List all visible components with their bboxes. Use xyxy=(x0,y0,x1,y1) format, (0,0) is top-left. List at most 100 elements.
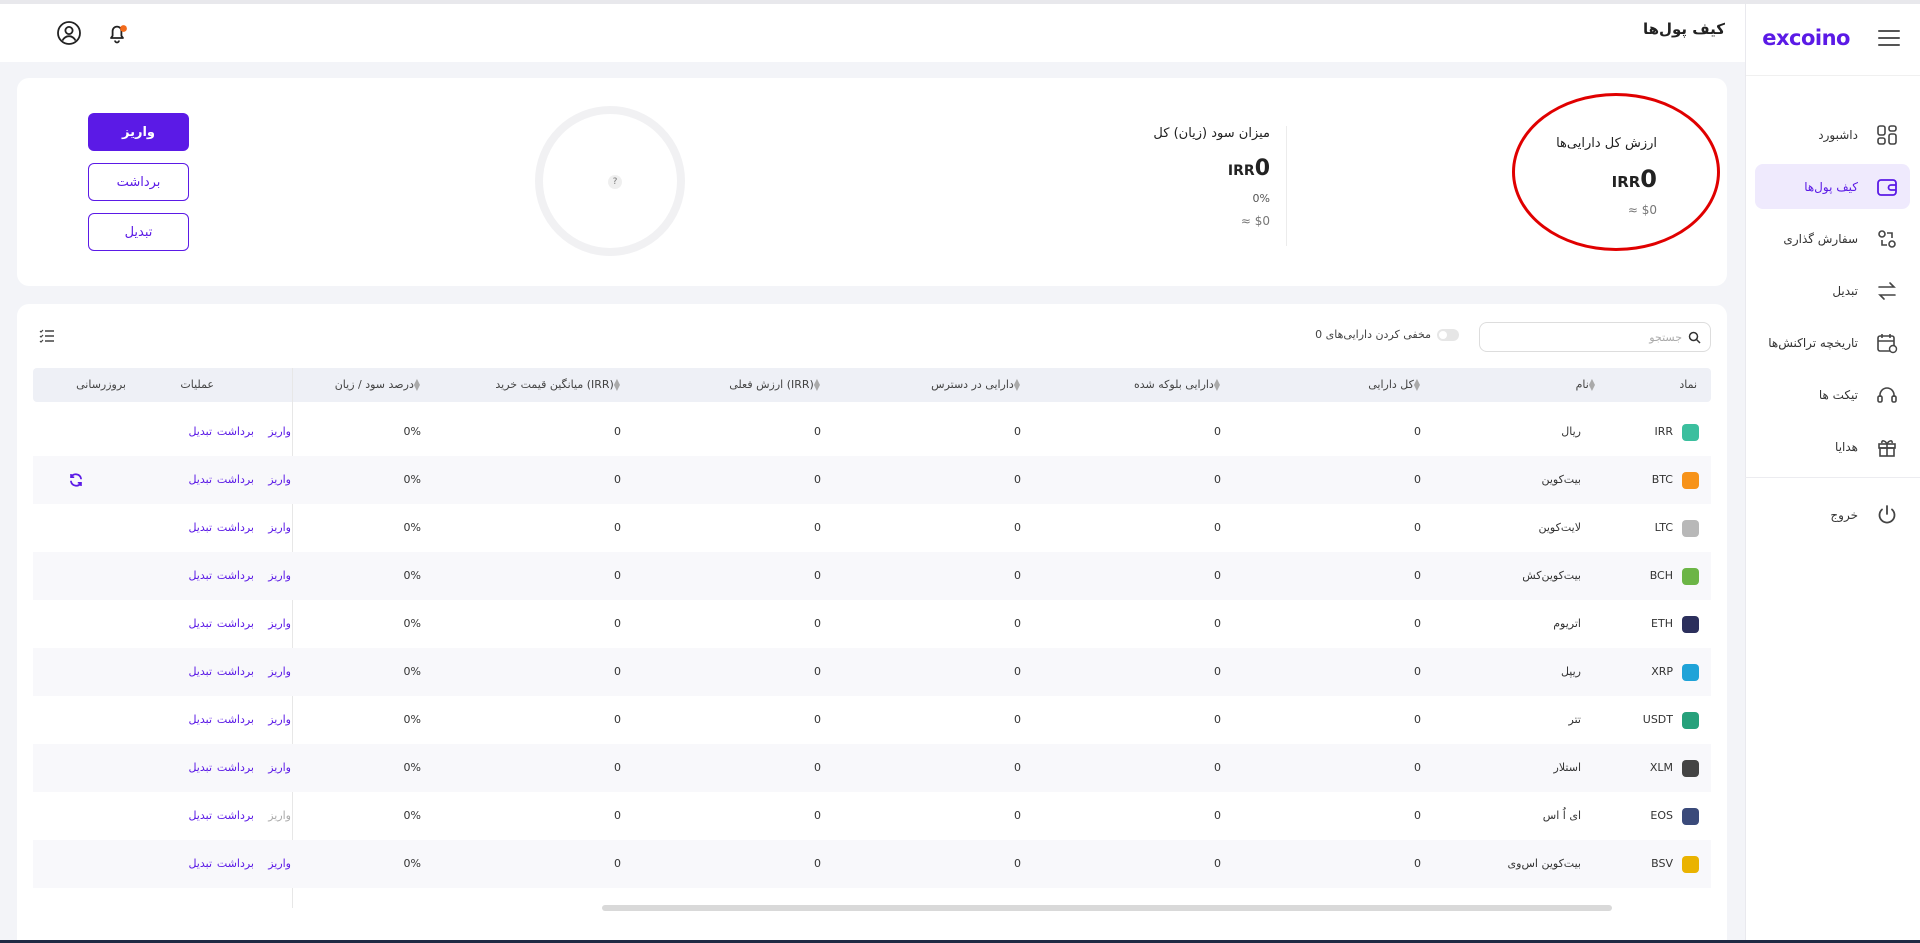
row-convert-link[interactable]: تبدیل xyxy=(188,600,212,648)
chart-help-icon[interactable]: ? xyxy=(608,175,622,189)
horizontal-scrollbar[interactable] xyxy=(602,905,1612,911)
row-deposit-link[interactable]: واریز xyxy=(268,408,291,456)
cell-name: بیت‌کوین‌کش xyxy=(1522,569,1581,582)
table-row: IRR ریال 0 0 0 0 0 0% واریز برداشت تبدیل xyxy=(33,408,1711,456)
convert-button[interactable]: تبدیل xyxy=(88,213,189,251)
row-withdraw-link[interactable]: برداشت xyxy=(217,744,254,792)
cell-avg-price: 0 xyxy=(614,569,621,582)
sidebar-item-swap[interactable]: تبدیل xyxy=(1755,268,1910,313)
cell-blocked: 0 xyxy=(1214,713,1221,726)
hide-zero-toggle[interactable] xyxy=(1437,328,1459,341)
row-convert-link[interactable]: تبدیل xyxy=(188,552,212,600)
row-withdraw-link[interactable]: برداشت xyxy=(217,792,254,840)
col-name[interactable]: نام▲ ▼ xyxy=(1576,368,1601,402)
cell-avg-price: 0 xyxy=(614,761,621,774)
refresh-icon[interactable] xyxy=(68,472,84,488)
hide-zero-assets[interactable]: مخفی کردن دارایی‌های 0 xyxy=(1315,328,1459,341)
sidebar-item-history[interactable]: تاریخچه تراکنش‌ها xyxy=(1755,320,1910,365)
row-convert-link[interactable]: تبدیل xyxy=(188,504,212,552)
col-available[interactable]: دارایی در دسترس▲ ▼ xyxy=(931,368,1026,402)
cell-name: ریال xyxy=(1561,425,1581,438)
sidebar-item-headset[interactable]: تیکت ها xyxy=(1755,372,1910,417)
row-convert-link[interactable]: تبدیل xyxy=(188,696,212,744)
sidebar-item-gift[interactable]: هدایا xyxy=(1755,424,1910,469)
sidebar: excoino داشبورد کیف پول‌ها سفارش گذاری تبدی… xyxy=(1745,4,1920,943)
row-deposit-link[interactable]: واریز xyxy=(268,792,291,840)
logout-button[interactable]: خروج xyxy=(1755,492,1910,537)
bell-icon[interactable] xyxy=(104,20,130,46)
col-total[interactable]: کل دارایی▲ ▼ xyxy=(1368,368,1426,402)
sidebar-nav: داشبورد کیف پول‌ها سفارش گذاری تبدیل تاریخچه… xyxy=(1745,112,1920,544)
cell-available: 0 xyxy=(1014,665,1021,678)
row-deposit-link[interactable]: واریز xyxy=(268,504,291,552)
sidebar-item-label: داشبورد xyxy=(1818,127,1858,142)
cell-name: تتر xyxy=(1568,713,1581,726)
sidebar-item-label: کیف پول‌ها xyxy=(1804,179,1858,194)
cell-name: بیت‌کوین اس‌وی xyxy=(1507,857,1581,870)
row-deposit-link[interactable]: واریز xyxy=(268,696,291,744)
column-settings-icon[interactable] xyxy=(39,328,55,344)
cell-blocked: 0 xyxy=(1214,473,1221,486)
coin-xrp-icon xyxy=(1682,664,1699,681)
logo[interactable]: excoino xyxy=(1762,26,1850,50)
sidebar-item-order[interactable]: سفارش گذاری xyxy=(1755,216,1910,261)
row-deposit-link[interactable]: واریز xyxy=(268,456,291,504)
row-deposit-link[interactable]: واریز xyxy=(268,840,291,888)
cell-available: 0 xyxy=(1014,617,1021,630)
sidebar-item-dashboard[interactable]: داشبورد xyxy=(1755,112,1910,157)
total-assets-block: ارزش کل دارایی‌ها IRR0 ≈ $0 xyxy=(1556,136,1657,217)
sort-icon: ▲ ▼ xyxy=(413,377,420,392)
row-withdraw-link[interactable]: برداشت xyxy=(217,696,254,744)
table-header: نماد نام▲ ▼ کل دارایی▲ ▼ دارایی بلوکه شده▲… xyxy=(33,368,1711,402)
col-total-label: کل دارایی xyxy=(1368,378,1414,391)
cell-name: اتریوم xyxy=(1553,617,1581,630)
history-icon xyxy=(1877,334,1898,354)
cell-total: 0 xyxy=(1414,617,1421,630)
row-deposit-link[interactable]: واریز xyxy=(268,744,291,792)
cell-total: 0 xyxy=(1414,425,1421,438)
total-assets-amount: IRR0 xyxy=(1556,165,1657,193)
row-convert-link[interactable]: تبدیل xyxy=(188,648,212,696)
row-withdraw-link[interactable]: برداشت xyxy=(217,456,254,504)
cell-total: 0 xyxy=(1414,809,1421,822)
profit-loss-label: میزان سود (زیان) کل xyxy=(1153,126,1270,141)
row-deposit-link[interactable]: واریز xyxy=(268,648,291,696)
sidebar-item-label: تیکت ها xyxy=(1818,387,1858,402)
row-convert-link[interactable]: تبدیل xyxy=(188,792,212,840)
row-withdraw-link[interactable]: برداشت xyxy=(217,552,254,600)
col-available-label: دارایی در دسترس xyxy=(931,378,1014,391)
hamburger-menu-icon[interactable] xyxy=(1878,30,1900,48)
cell-pnl: 0% xyxy=(403,425,421,438)
cell-blocked: 0 xyxy=(1214,521,1221,534)
row-withdraw-link[interactable]: برداشت xyxy=(217,600,254,648)
cell-name: استلار xyxy=(1553,761,1581,774)
dashboard-icon xyxy=(1877,125,1897,145)
col-avg-price[interactable]: میانگین قیمت خرید (IRR)▲ ▼ xyxy=(495,368,626,402)
cell-pnl: 0% xyxy=(403,521,421,534)
search-input[interactable]: جستجو xyxy=(1479,322,1711,352)
row-convert-link[interactable]: تبدیل xyxy=(188,744,212,792)
order-icon xyxy=(1878,230,1896,248)
sidebar-item-wallet[interactable]: کیف پول‌ها xyxy=(1755,164,1910,209)
table-row: EOS ای اُ اس 0 0 0 0 0 0% واریز برداشت تبدیل xyxy=(33,792,1711,840)
row-deposit-link[interactable]: واریز xyxy=(268,600,291,648)
total-assets-value: 0 xyxy=(1640,165,1657,193)
row-withdraw-link[interactable]: برداشت xyxy=(217,648,254,696)
row-convert-link[interactable]: تبدیل xyxy=(188,408,212,456)
row-withdraw-link[interactable]: برداشت xyxy=(217,408,254,456)
cell-avg-price: 0 xyxy=(614,521,621,534)
row-withdraw-link[interactable]: برداشت xyxy=(217,840,254,888)
withdraw-button[interactable]: برداشت xyxy=(88,163,189,201)
col-value[interactable]: ارزش فعلی (IRR)▲ ▼ xyxy=(729,368,826,402)
cell-blocked: 0 xyxy=(1214,665,1221,678)
deposit-button[interactable]: واریز xyxy=(88,113,189,151)
col-blocked[interactable]: دارایی بلوکه شده▲ ▼ xyxy=(1134,368,1226,402)
row-convert-link[interactable]: تبدیل xyxy=(188,840,212,888)
cell-available: 0 xyxy=(1014,809,1021,822)
row-withdraw-link[interactable]: برداشت xyxy=(217,504,254,552)
cell-available: 0 xyxy=(1014,761,1021,774)
col-pnl[interactable]: درصد سود / زیان▲ ▼ xyxy=(335,368,426,402)
row-convert-link[interactable]: تبدیل xyxy=(188,456,212,504)
user-icon[interactable] xyxy=(56,20,82,46)
row-deposit-link[interactable]: واریز xyxy=(268,552,291,600)
